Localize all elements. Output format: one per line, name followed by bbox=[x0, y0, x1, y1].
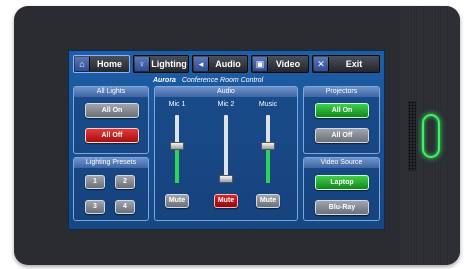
projectors-all-off-button[interactable]: All Off bbox=[315, 128, 369, 143]
audio-panel: Audio Mic 1 Mic 2 Music Mute Mute Mute bbox=[154, 86, 298, 221]
preset-2-button[interactable]: 2 bbox=[115, 175, 135, 189]
mic1-fader[interactable] bbox=[170, 115, 184, 183]
music-label: Music bbox=[258, 101, 278, 108]
monitor-icon: ▣ bbox=[253, 57, 268, 71]
nav-exit-label: Exit bbox=[345, 59, 363, 69]
nav-video-button[interactable]: ▣ Video bbox=[251, 55, 309, 73]
source-bluray-button[interactable]: Blu-Ray bbox=[315, 200, 369, 215]
nav-home-label: Home bbox=[96, 59, 122, 69]
lighting-presets-title: Lighting Presets bbox=[74, 158, 148, 168]
mic1-label: Mic 1 bbox=[168, 101, 186, 108]
video-source-title: Video Source bbox=[304, 158, 379, 168]
lights-all-off-button[interactable]: All Off bbox=[85, 128, 139, 143]
music-fader-handle[interactable] bbox=[261, 142, 275, 150]
lightbulb-icon: ♀ bbox=[135, 57, 150, 71]
music-mute-button[interactable]: Mute bbox=[256, 194, 280, 208]
close-icon: ✕ bbox=[314, 57, 329, 71]
preset-1-button[interactable]: 1 bbox=[85, 175, 105, 189]
preset-4-button[interactable]: 4 bbox=[115, 200, 135, 214]
source-laptop-button[interactable]: Laptop bbox=[315, 175, 369, 190]
audio-title: Audio bbox=[155, 87, 297, 97]
brand-header: Aurora Conference Room Control bbox=[153, 76, 303, 86]
mic2-mute-button[interactable]: Mute bbox=[214, 194, 238, 208]
touch-panel-device: ⌂ Home ♀ Lighting ◂ Audio ▣ Video ✕ Exit… bbox=[14, 6, 460, 265]
mic2-fader-handle[interactable] bbox=[219, 175, 233, 183]
brand-logo: Aurora bbox=[153, 77, 176, 84]
nav-exit-button[interactable]: ✕ Exit bbox=[312, 55, 380, 73]
mic1-level-fill bbox=[175, 150, 179, 183]
speaker-grille bbox=[408, 101, 416, 171]
projectors-panel: Projectors All On All Off bbox=[303, 86, 380, 154]
projectors-all-on-button[interactable]: All On bbox=[315, 103, 369, 118]
brand-title: Conference Room Control bbox=[181, 77, 264, 84]
device-side-bezel bbox=[400, 6, 460, 265]
all-lights-panel: All Lights All On All Off bbox=[73, 86, 149, 154]
touch-screen: ⌂ Home ♀ Lighting ◂ Audio ▣ Video ✕ Exit… bbox=[68, 50, 385, 230]
preset-3-button[interactable]: 3 bbox=[85, 200, 105, 214]
speaker-icon: ◂ bbox=[194, 57, 209, 71]
mic1-fader-handle[interactable] bbox=[170, 142, 184, 150]
lights-all-on-button[interactable]: All On bbox=[85, 103, 139, 118]
nav-audio-label: Audio bbox=[215, 59, 241, 69]
nav-audio-button[interactable]: ◂ Audio bbox=[192, 55, 248, 73]
nav-lighting-button[interactable]: ♀ Lighting bbox=[133, 55, 189, 73]
music-fader[interactable] bbox=[261, 115, 275, 183]
lighting-presets-panel: Lighting Presets 1 2 3 4 bbox=[73, 157, 149, 221]
home-icon: ⌂ bbox=[75, 57, 90, 71]
power-button[interactable] bbox=[422, 114, 440, 158]
all-lights-title: All Lights bbox=[74, 87, 148, 97]
projectors-title: Projectors bbox=[304, 87, 379, 97]
nav-home-button[interactable]: ⌂ Home bbox=[73, 55, 130, 73]
mic2-fader[interactable] bbox=[219, 115, 233, 183]
video-source-panel: Video Source Laptop Blu-Ray bbox=[303, 157, 380, 221]
music-level-fill bbox=[266, 150, 270, 183]
nav-video-label: Video bbox=[275, 59, 301, 69]
nav-lighting-label: Lighting bbox=[151, 59, 187, 69]
mic2-label: Mic 2 bbox=[217, 101, 235, 108]
top-nav: ⌂ Home ♀ Lighting ◂ Audio ▣ Video ✕ Exit bbox=[73, 55, 380, 73]
mic1-mute-button[interactable]: Mute bbox=[165, 194, 189, 208]
